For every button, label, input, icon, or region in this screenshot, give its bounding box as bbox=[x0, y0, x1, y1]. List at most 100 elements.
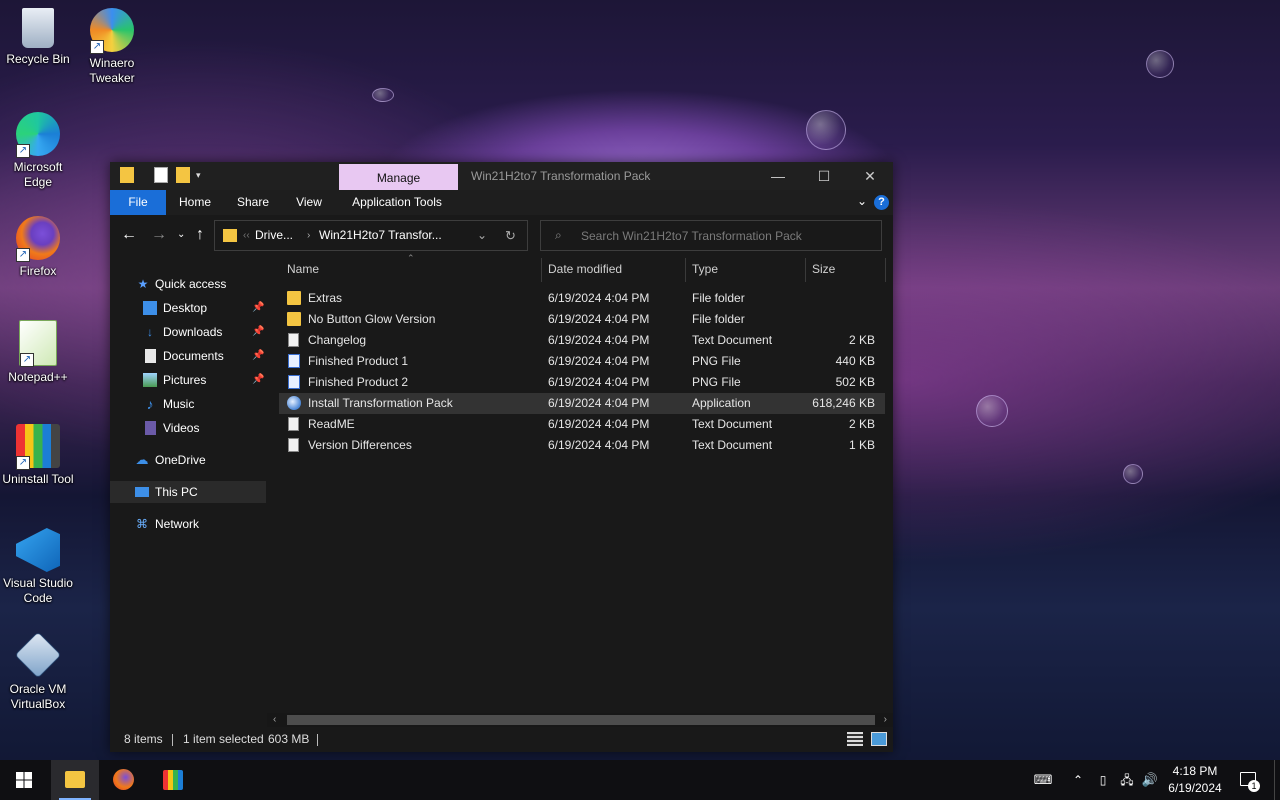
sidebar-item-network[interactable]: ⌘ Network bbox=[110, 513, 266, 535]
desktop-icon-firefox[interactable]: ↗ Firefox bbox=[0, 216, 76, 279]
edge-icon: ↗ bbox=[16, 112, 60, 158]
tab-view[interactable]: View bbox=[286, 190, 332, 215]
table-row[interactable]: No Button Glow Version 6/19/2024 4:04 PM… bbox=[279, 309, 885, 330]
sidebar-item-music[interactable]: ♪ Music bbox=[110, 393, 266, 415]
sidebar-item-downloads[interactable]: ↓ Downloads 📌 bbox=[110, 321, 266, 343]
file-explorer-icon bbox=[65, 771, 85, 788]
table-row[interactable]: Version Differences 6/19/2024 4:04 PM Te… bbox=[279, 435, 885, 456]
shortcut-arrow-icon: ↗ bbox=[16, 144, 30, 158]
start-button[interactable] bbox=[0, 760, 48, 800]
recent-locations-icon[interactable]: ⌄ bbox=[177, 225, 185, 245]
tab-home[interactable]: Home bbox=[172, 190, 218, 215]
breadcrumb-current-folder[interactable]: Win21H2to7 Transfor... bbox=[319, 221, 442, 250]
expand-ribbon-icon[interactable]: ⌄ bbox=[857, 194, 867, 208]
tab-manage[interactable]: Manage bbox=[339, 164, 458, 190]
search-input[interactable] bbox=[579, 226, 873, 246]
taskbar-file-explorer[interactable] bbox=[51, 760, 99, 800]
pin-icon: 📌 bbox=[252, 302, 265, 313]
action-center-button[interactable]: 1 bbox=[1232, 760, 1264, 800]
properties-icon[interactable] bbox=[154, 167, 168, 183]
address-dropdown-icon[interactable]: ⌄ bbox=[477, 221, 487, 250]
uninstall-tool-icon: ↗ bbox=[16, 424, 60, 470]
column-header-size[interactable]: Size bbox=[812, 255, 882, 283]
table-row[interactable]: Finished Product 1 6/19/2024 4:04 PM PNG… bbox=[279, 351, 885, 372]
desktop-icon bbox=[143, 301, 157, 315]
tab-file[interactable]: File bbox=[110, 190, 166, 215]
tab-application-tools[interactable]: Application Tools bbox=[342, 190, 452, 215]
pin-icon: 📌 bbox=[252, 350, 265, 361]
column-header-name[interactable]: Name bbox=[287, 255, 537, 283]
forward-button[interactable]: → bbox=[151, 225, 167, 245]
column-divider[interactable] bbox=[685, 258, 686, 282]
sidebar-item-videos[interactable]: Videos bbox=[110, 417, 266, 439]
scroll-left-icon[interactable]: ‹ bbox=[273, 713, 276, 727]
system-clock[interactable]: 4:18 PM 6/19/2024 bbox=[1160, 763, 1230, 797]
taskbar-firefox[interactable] bbox=[99, 760, 147, 800]
sidebar-item-quick-access[interactable]: ★ Quick access bbox=[110, 273, 266, 295]
desktop-icon-recycle-bin[interactable]: Recycle Bin bbox=[0, 8, 76, 67]
desktop-icon-notepad-plus-plus[interactable]: ↗ Notepad++ bbox=[0, 320, 76, 385]
details-view-icon[interactable] bbox=[847, 732, 863, 746]
window-title: Win21H2to7 Transformation Pack bbox=[471, 169, 651, 183]
show-desktop-button[interactable] bbox=[1274, 760, 1280, 800]
shortcut-arrow-icon: ↗ bbox=[20, 353, 34, 367]
desktop-icon-microsoft-edge[interactable]: ↗ Microsoft Edge bbox=[0, 112, 76, 190]
computer-icon bbox=[135, 487, 149, 497]
notification-badge: 1 bbox=[1248, 780, 1260, 792]
sidebar-item-onedrive[interactable]: ☁ OneDrive bbox=[110, 449, 266, 471]
table-row[interactable]: Finished Product 2 6/19/2024 4:04 PM PNG… bbox=[279, 372, 885, 393]
desktop-icon-vscode[interactable]: Visual Studio Code bbox=[0, 528, 76, 606]
clock-time: 4:18 PM bbox=[1172, 764, 1218, 778]
vscode-icon bbox=[16, 528, 60, 572]
table-row[interactable]: ReadME 6/19/2024 4:04 PM Text Document 2… bbox=[279, 414, 885, 435]
title-bar[interactable]: ▾ Manage Win21H2to7 Transformation Pack … bbox=[110, 162, 893, 190]
table-row-selected[interactable]: Install Transformation Pack 6/19/2024 4:… bbox=[279, 393, 885, 414]
power-icon[interactable]: ▯ bbox=[1094, 760, 1112, 800]
clock-date: 6/19/2024 bbox=[1168, 781, 1222, 795]
minimize-button[interactable]: — bbox=[755, 162, 801, 190]
search-box[interactable]: ⌕ bbox=[540, 220, 882, 251]
keyboard-icon[interactable]: ⌨ bbox=[1030, 760, 1056, 800]
table-row[interactable]: Changelog 6/19/2024 4:04 PM Text Documen… bbox=[279, 330, 885, 351]
large-icons-view-icon[interactable] bbox=[871, 732, 887, 746]
back-button[interactable]: ← bbox=[121, 225, 137, 245]
taskbar-uninstall-tool[interactable] bbox=[149, 760, 197, 800]
scrollbar-thumb[interactable] bbox=[287, 715, 875, 725]
refresh-icon[interactable]: ↻ bbox=[505, 221, 516, 250]
tab-share[interactable]: Share bbox=[230, 190, 276, 215]
up-button[interactable]: ↑ bbox=[196, 225, 204, 245]
search-icon: ⌕ bbox=[555, 228, 562, 242]
horizontal-scrollbar[interactable]: ‹ › bbox=[267, 713, 893, 727]
maximize-button[interactable]: ☐ bbox=[801, 162, 847, 190]
scroll-right-icon[interactable]: › bbox=[884, 713, 887, 727]
sidebar-item-pictures[interactable]: Pictures 📌 bbox=[110, 369, 266, 391]
column-divider[interactable] bbox=[885, 258, 886, 282]
column-divider[interactable] bbox=[805, 258, 806, 282]
image-file-icon bbox=[288, 354, 300, 368]
shortcut-arrow-icon: ↗ bbox=[90, 40, 104, 54]
image-file-icon bbox=[288, 375, 300, 389]
item-count: 8 items bbox=[124, 732, 163, 746]
show-hidden-icons-icon[interactable]: ⌃ bbox=[1068, 760, 1088, 800]
desktop-icon-winaero-tweaker[interactable]: ↗ Winaero Tweaker bbox=[74, 8, 150, 86]
volume-icon[interactable]: 🔊 bbox=[1140, 760, 1160, 800]
breadcrumb-drive[interactable]: Drive... bbox=[255, 221, 293, 250]
network-tray-icon[interactable]: 🖧 bbox=[1116, 760, 1138, 800]
desktop-icon-virtualbox[interactable]: Oracle VM VirtualBox bbox=[0, 631, 76, 712]
help-icon[interactable]: ? bbox=[874, 195, 889, 210]
uninstall-tool-icon bbox=[163, 770, 183, 790]
new-folder-icon[interactable] bbox=[176, 167, 190, 183]
sidebar-item-documents[interactable]: Documents 📌 bbox=[110, 345, 266, 367]
sidebar-item-this-pc[interactable]: This PC bbox=[110, 481, 266, 503]
firefox-icon: ↗ bbox=[16, 216, 60, 262]
column-divider[interactable] bbox=[541, 258, 542, 282]
address-bar[interactable]: ‹‹ Drive... › Win21H2to7 Transfor... ⌄ ↻ bbox=[214, 220, 528, 251]
column-header-type[interactable]: Type bbox=[692, 255, 802, 283]
table-row[interactable]: Extras 6/19/2024 4:04 PM File folder bbox=[279, 288, 885, 309]
sidebar-item-desktop[interactable]: Desktop 📌 bbox=[110, 297, 266, 319]
bubble-decoration bbox=[1123, 464, 1143, 484]
column-header-date-modified[interactable]: Date modified bbox=[548, 255, 684, 283]
customize-dropdown-icon[interactable]: ▾ bbox=[196, 167, 206, 183]
desktop-icon-uninstall-tool[interactable]: ↗ Uninstall Tool bbox=[0, 424, 76, 487]
close-button[interactable]: ✕ bbox=[847, 162, 893, 190]
